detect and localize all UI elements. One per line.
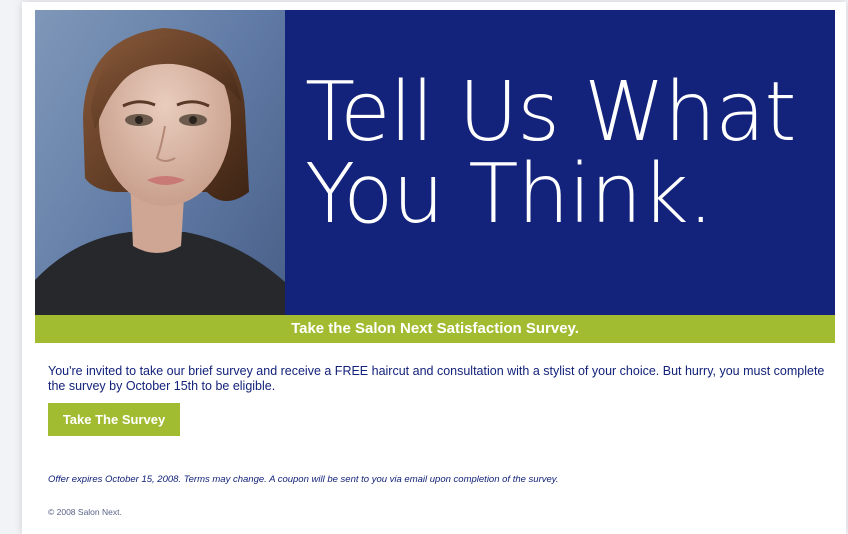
survey-ribbon: Take the Salon Next Satisfaction Survey. (35, 315, 835, 343)
model-portrait (35, 10, 285, 315)
hero-headline-line2: You Think. (305, 147, 714, 242)
model-portrait-illustration (35, 28, 285, 315)
intro-text: You're invited to take our brief survey … (48, 364, 825, 393)
hero-headline: Tell Us What You Think. (305, 72, 835, 236)
terms-text: Offer expires October 15, 2008. Terms ma… (48, 474, 559, 485)
copyright-text: © 2008 Salon Next. (48, 507, 122, 517)
hero-banner: Tell Us What You Think. (35, 10, 835, 315)
hero-headline-line1: Tell Us What (305, 65, 797, 160)
take-survey-button[interactable]: Take The Survey (48, 403, 180, 436)
